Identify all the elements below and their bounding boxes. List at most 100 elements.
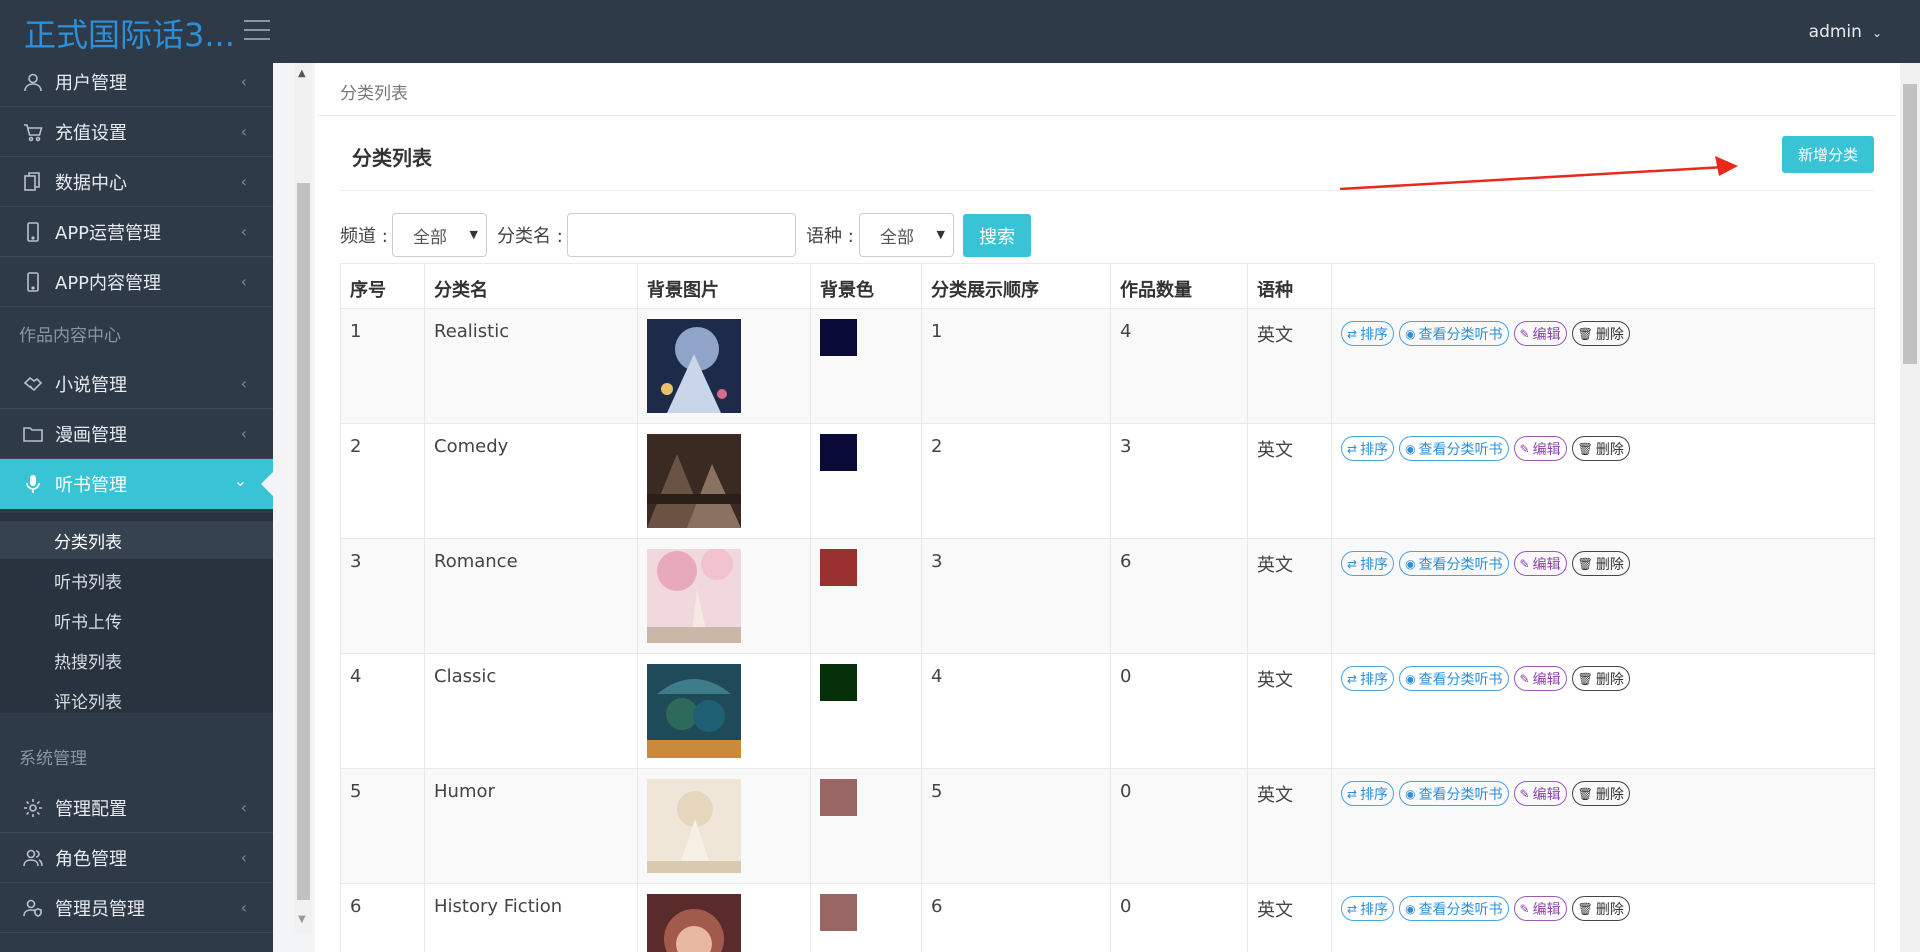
cell-name: Romance: [424, 538, 638, 654]
sidebar-item-admins[interactable]: 管理员管理 ‹: [0, 883, 273, 933]
sidebar-item-roles[interactable]: 角色管理 ‹: [0, 833, 273, 883]
submenu-item-comments[interactable]: 评论列表: [0, 681, 273, 719]
add-category-button[interactable]: 新增分类: [1782, 136, 1874, 173]
gear-icon: [22, 797, 44, 819]
annotation-arrow: [1339, 156, 1738, 191]
cell-language: 英文: [1247, 653, 1332, 769]
sidebar-item-app-ops[interactable]: APP运营管理 ‹: [0, 207, 273, 257]
background-image: [647, 894, 741, 952]
delete-label: 删除: [1595, 556, 1624, 573]
menu-toggle-icon[interactable]: [244, 20, 270, 40]
chevron-down-icon: ⌄: [233, 471, 247, 490]
edit-button[interactable]: ✎ 编辑: [1513, 666, 1567, 691]
cell-name: Classic: [424, 653, 638, 769]
edit-icon: ✎: [1519, 901, 1530, 916]
edit-label: 编辑: [1532, 901, 1561, 918]
exchange-icon: ⇄: [1347, 326, 1358, 341]
sort-button[interactable]: ⇄ 排序: [1341, 436, 1395, 461]
sort-label: 排序: [1360, 441, 1389, 458]
view-audiobooks-button[interactable]: ◉ 查看分类听书: [1399, 551, 1509, 576]
sidebar-item-label: APP内容管理: [55, 272, 162, 294]
delete-label: 删除: [1595, 671, 1624, 688]
cell-image: [637, 653, 811, 769]
eye-icon: ◉: [1405, 556, 1416, 571]
language-select[interactable]: 全部 ▼: [859, 213, 954, 257]
sidebar-item-app-content[interactable]: APP内容管理 ‹: [0, 257, 273, 307]
view-audiobooks-button[interactable]: ◉ 查看分类听书: [1399, 321, 1509, 346]
cell-color: [810, 653, 922, 769]
cell-image: [637, 883, 811, 952]
eye-icon: ◉: [1405, 441, 1416, 456]
delete-button[interactable]: 🗑 删除: [1571, 321, 1630, 346]
delete-label: 删除: [1595, 901, 1624, 918]
delete-button[interactable]: 🗑 删除: [1571, 896, 1630, 921]
sidebar-scrollbar-thumb[interactable]: [297, 183, 310, 900]
view-label: 查看分类听书: [1418, 671, 1503, 688]
edit-button[interactable]: ✎ 编辑: [1513, 551, 1567, 576]
sidebar-item-users[interactable]: 用户管理 ‹: [0, 57, 273, 107]
sidebar-item-label: 管理员管理: [55, 898, 145, 920]
cell-order: 4: [921, 653, 1111, 769]
delete-button[interactable]: 🗑 删除: [1571, 551, 1630, 576]
sidebar-section-content: 作品内容中心: [19, 326, 121, 346]
view-audiobooks-button[interactable]: ◉ 查看分类听书: [1399, 896, 1509, 921]
sidebar-item-config[interactable]: 管理配置 ‹: [0, 783, 273, 833]
submenu-item-audiobook-upload[interactable]: 听书上传: [0, 601, 273, 639]
view-label: 查看分类听书: [1418, 441, 1503, 458]
column-header: 分类展示顺序: [921, 263, 1111, 309]
edit-button[interactable]: ✎ 编辑: [1513, 321, 1567, 346]
sidebar-item-data-center[interactable]: 数据中心 ‹: [0, 157, 273, 207]
sort-button[interactable]: ⇄ 排序: [1341, 321, 1395, 346]
cell-actions: ⇄ 排序 ◉ 查看分类听书 ✎ 编辑 🗑 删除: [1331, 653, 1875, 769]
sort-button[interactable]: ⇄ 排序: [1341, 666, 1395, 691]
delete-button[interactable]: 🗑 删除: [1571, 666, 1630, 691]
edit-button[interactable]: ✎ 编辑: [1513, 781, 1567, 806]
submenu-item-audiobook-list[interactable]: 听书列表: [0, 561, 273, 599]
search-button[interactable]: 搜索: [963, 214, 1031, 257]
view-audiobooks-button[interactable]: ◉ 查看分类听书: [1399, 666, 1509, 691]
sidebar-item-comics[interactable]: 漫画管理 ‹: [0, 409, 273, 459]
color-swatch: [820, 664, 857, 701]
page-scrollbar-thumb[interactable]: [1903, 84, 1917, 364]
view-audiobooks-button[interactable]: ◉ 查看分类听书: [1399, 436, 1509, 461]
sidebar-item-label: 漫画管理: [55, 424, 127, 446]
trash-icon: 🗑: [1577, 671, 1593, 686]
sidebar-item-novels[interactable]: 小说管理 ‹: [0, 359, 273, 409]
delete-label: 删除: [1595, 786, 1624, 803]
language-label: 语种 :: [806, 226, 854, 247]
sort-button[interactable]: ⇄ 排序: [1341, 896, 1395, 921]
column-header: 作品数量: [1110, 263, 1248, 309]
sidebar-item-recharge[interactable]: 充值设置 ‹: [0, 107, 273, 157]
column-header: 序号: [340, 263, 425, 309]
handshake-icon: [22, 373, 44, 395]
submenu-item-hot-search[interactable]: 热搜列表: [0, 641, 273, 679]
cell-id: 4: [340, 653, 425, 769]
scroll-up-icon[interactable]: ▲: [298, 68, 306, 79]
background-image: [647, 434, 741, 528]
table-row: 3 Romance 3 6 英文 ⇄ 排序 ◉ 查看分类听书 ✎ 编辑 🗑 删除: [340, 538, 1875, 654]
edit-icon: ✎: [1519, 786, 1530, 801]
category-name-input[interactable]: [567, 213, 796, 257]
cell-name: Humor: [424, 768, 638, 884]
scroll-down-icon[interactable]: ▼: [298, 914, 306, 925]
user-menu[interactable]: admin ⌄: [1809, 22, 1882, 42]
channel-select[interactable]: 全部 ▼: [392, 213, 487, 257]
sidebar-item-label: 充值设置: [55, 122, 127, 144]
submenu-item-category-list[interactable]: 分类列表: [0, 521, 273, 559]
delete-button[interactable]: 🗑 删除: [1571, 436, 1630, 461]
edit-button[interactable]: ✎ 编辑: [1513, 436, 1567, 461]
chevron-left-icon: ‹: [240, 374, 247, 393]
sort-button[interactable]: ⇄ 排序: [1341, 551, 1395, 576]
edit-label: 编辑: [1532, 556, 1561, 573]
eye-icon: ◉: [1405, 671, 1416, 686]
view-audiobooks-button[interactable]: ◉ 查看分类听书: [1399, 781, 1509, 806]
cell-id: 3: [340, 538, 425, 654]
sort-button[interactable]: ⇄ 排序: [1341, 781, 1395, 806]
delete-button[interactable]: 🗑 删除: [1571, 781, 1630, 806]
brand-title[interactable]: 正式国际话3...: [24, 10, 235, 56]
sort-label: 排序: [1360, 556, 1389, 573]
trash-icon: 🗑: [1577, 786, 1593, 801]
sidebar-item-audiobooks[interactable]: 听书管理 ⌄: [0, 459, 273, 509]
edit-button[interactable]: ✎ 编辑: [1513, 896, 1567, 921]
page-title: 分类列表: [352, 146, 432, 170]
